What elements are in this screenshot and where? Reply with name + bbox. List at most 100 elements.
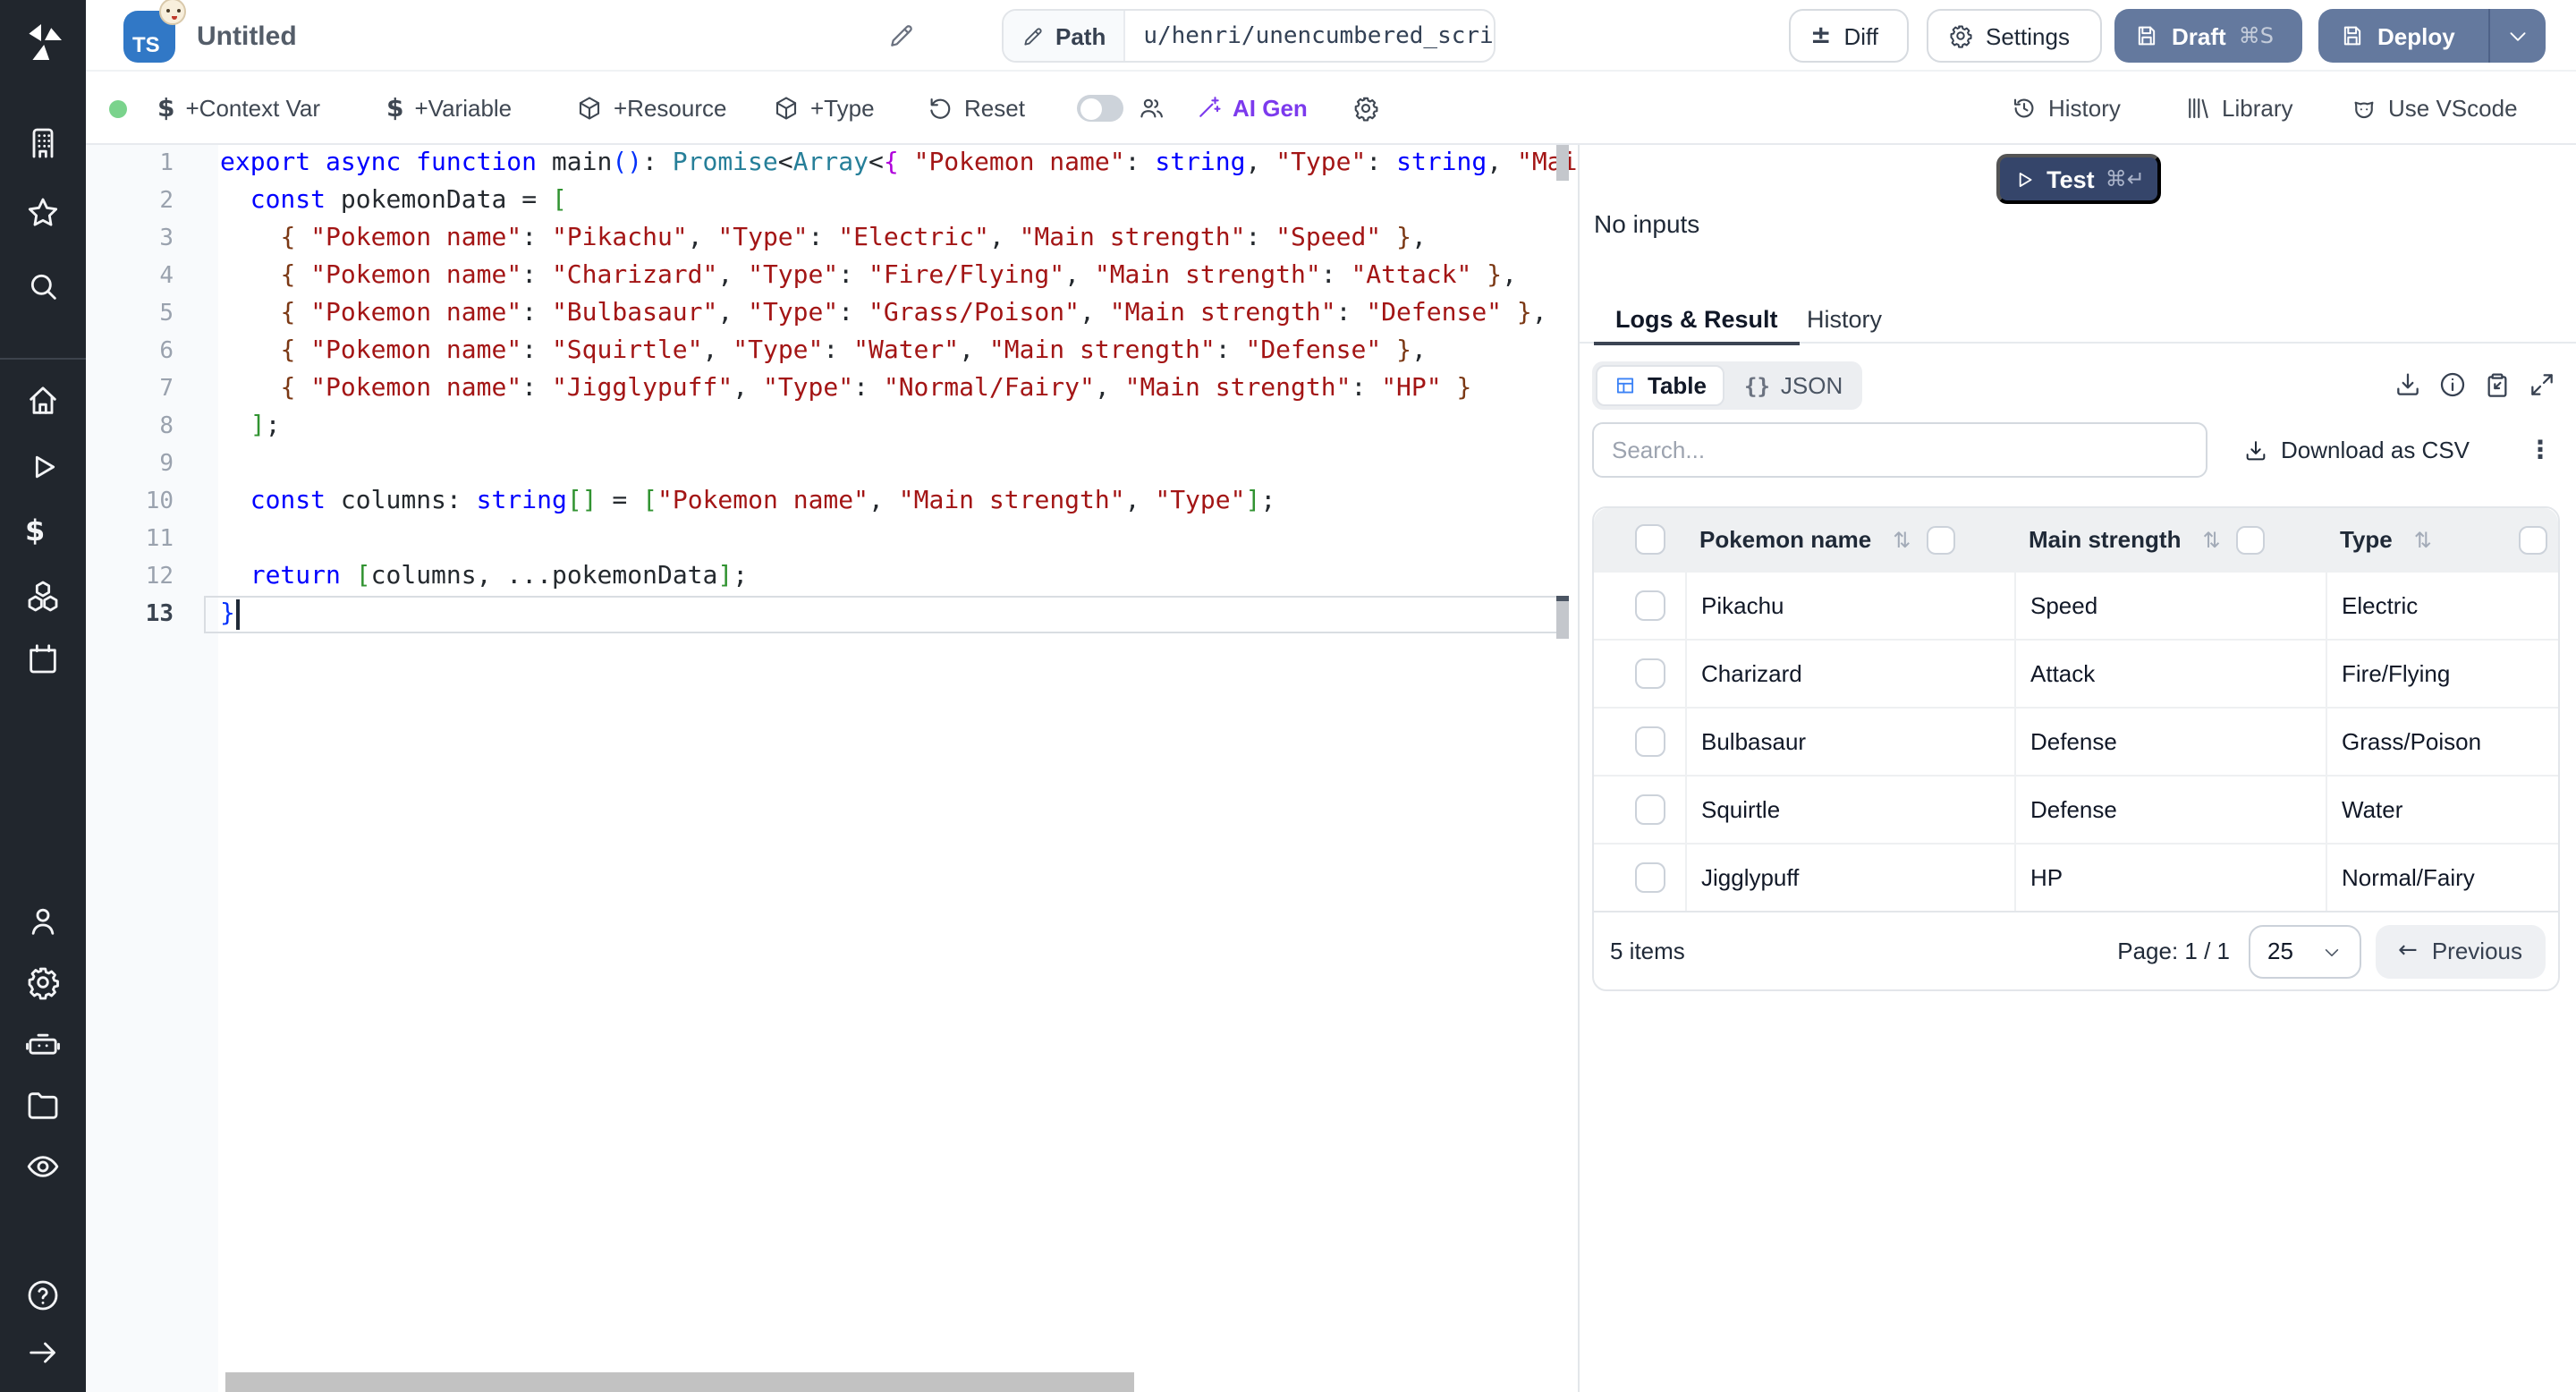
column-header-type: Type ⇅ bbox=[2326, 508, 2558, 571]
vertical-scrollbar[interactable] bbox=[1556, 145, 1569, 181]
row-checkbox[interactable] bbox=[1635, 726, 1665, 757]
library-button[interactable]: Library bbox=[2184, 72, 2293, 145]
users-icon bbox=[1138, 72, 1165, 145]
table-cell: Electric bbox=[2326, 573, 2558, 639]
code-line-10: const columns: string[] = ["Pokemon name… bbox=[250, 487, 1276, 515]
row-checkbox[interactable] bbox=[1635, 794, 1665, 825]
tab-logs-result[interactable]: Logs & Result bbox=[1594, 295, 1800, 345]
sidebar-item-robot-icon[interactable] bbox=[25, 1027, 61, 1063]
view-table-button[interactable]: Table bbox=[1596, 365, 1724, 406]
table-menu-button[interactable]: ⋮ bbox=[2528, 422, 2553, 478]
table-cell: Attack bbox=[2014, 641, 2326, 707]
download-icon bbox=[2243, 437, 2268, 463]
tab-history[interactable]: History bbox=[1785, 295, 1903, 344]
table-search-input[interactable] bbox=[1592, 422, 2207, 478]
status-dot bbox=[109, 100, 127, 118]
deploy-button[interactable]: Deploy bbox=[2318, 9, 2546, 63]
sidebar-item-folder-icon[interactable] bbox=[25, 1088, 61, 1124]
table-row: Charizard Attack Fire/Flying bbox=[1594, 639, 2558, 707]
emoji-avatar bbox=[159, 0, 186, 25]
sidebar-item-help-icon[interactable] bbox=[25, 1277, 61, 1313]
column-toggle[interactable] bbox=[2519, 525, 2547, 554]
history-icon bbox=[2011, 95, 2038, 122]
column-toggle[interactable] bbox=[1927, 525, 1956, 554]
history-button[interactable]: History bbox=[2011, 72, 2121, 145]
add-resource-button[interactable]: +Resource bbox=[576, 72, 726, 145]
code-line-2: const pokemonData = [ bbox=[250, 186, 567, 215]
view-json-button[interactable]: {} JSON bbox=[1728, 365, 1859, 406]
table-cell: Defense bbox=[2014, 777, 2326, 843]
overview-ruler-thumb bbox=[1556, 601, 1569, 639]
select-all-checkbox[interactable] bbox=[1635, 524, 1665, 555]
sort-icon[interactable]: ⇅ bbox=[1893, 527, 1911, 552]
line-number: 8 bbox=[159, 413, 174, 440]
text-cursor bbox=[236, 599, 239, 630]
previous-page-button[interactable]: ← Previous bbox=[2375, 924, 2546, 978]
sidebar-item-building-icon[interactable] bbox=[25, 125, 61, 161]
sidebar-item-star-icon[interactable] bbox=[25, 195, 61, 231]
reset-button[interactable]: Reset bbox=[927, 72, 1025, 145]
add-type-button[interactable]: +Type bbox=[773, 72, 875, 145]
editor-toolbar: $ +Context Var $ +Variable +Resource +Type… bbox=[86, 72, 2576, 145]
line-number: 1 bbox=[159, 150, 174, 177]
path-label: Path bbox=[1055, 22, 1106, 49]
sidebar-item-arrow-right-icon[interactable] bbox=[25, 1335, 61, 1371]
download-csv-button[interactable]: Download as CSV bbox=[2243, 422, 2470, 478]
line-number: 3 bbox=[159, 225, 174, 252]
download-result-icon[interactable] bbox=[2394, 370, 2422, 399]
code-editor[interactable]: 1 export async function main(): Promise<A… bbox=[86, 145, 1578, 1392]
settings-button[interactable]: Settings bbox=[1927, 9, 2102, 63]
sort-icon[interactable]: ⇅ bbox=[2202, 527, 2220, 552]
table-cell: Normal/Fairy bbox=[2326, 845, 2558, 911]
sort-icon[interactable]: ⇅ bbox=[2414, 527, 2432, 552]
column-header-main-strength: Main strength ⇅ bbox=[2014, 508, 2326, 571]
draft-button[interactable]: Draft ⌘S bbox=[2114, 9, 2302, 63]
line-number: 9 bbox=[159, 451, 174, 478]
windmill-logo-icon[interactable] bbox=[21, 21, 64, 64]
use-vscode-button[interactable]: Use VScode bbox=[2351, 72, 2518, 145]
sidebar-item-eye-icon[interactable] bbox=[25, 1149, 61, 1184]
table-row: Jigglypuff HP Normal/Fairy bbox=[1594, 843, 2558, 911]
expand-icon[interactable] bbox=[2528, 370, 2556, 399]
library-icon bbox=[2184, 95, 2211, 122]
ai-gen-button[interactable]: AI Gen bbox=[1195, 72, 1308, 145]
page-size-select[interactable]: 25 bbox=[2248, 924, 2361, 978]
sidebar-item-person-icon[interactable] bbox=[25, 904, 61, 939]
result-table: Pokemon name ⇅ Main strength ⇅ Type ⇅ Pikachu… bbox=[1592, 506, 2560, 991]
sidebar-item-cubes-icon[interactable] bbox=[25, 578, 61, 614]
horizontal-scrollbar[interactable] bbox=[225, 1372, 1134, 1392]
table-cell: Jigglypuff bbox=[1685, 845, 2014, 911]
sidebar-item-play-icon[interactable] bbox=[25, 449, 61, 485]
row-checkbox[interactable] bbox=[1635, 862, 1665, 893]
sidebar-item-calendar-icon[interactable] bbox=[25, 641, 61, 676]
copy-clipboard-icon[interactable] bbox=[2483, 370, 2512, 399]
table-cell: Fire/Flying bbox=[2326, 641, 2558, 707]
table-cell: Grass/Poison bbox=[2326, 709, 2558, 775]
add-variable-button[interactable]: $ +Variable bbox=[386, 72, 512, 145]
sidebar-item-search-icon[interactable] bbox=[25, 268, 61, 304]
plus-minus-icon: ± bbox=[1810, 21, 1832, 50]
topbar: TS Untitled Path u/henri/unencumbered_sc… bbox=[86, 0, 2576, 72]
sidebar-item-home-icon[interactable] bbox=[25, 383, 61, 419]
multiplayer-toggle[interactable] bbox=[1077, 72, 1123, 145]
column-toggle[interactable] bbox=[2236, 525, 2266, 554]
info-icon[interactable] bbox=[2438, 370, 2467, 399]
no-inputs-label: No inputs bbox=[1594, 209, 1700, 238]
sidebar: $ bbox=[0, 0, 86, 1392]
package-icon bbox=[773, 95, 800, 122]
save-icon bbox=[2134, 23, 2159, 48]
row-checkbox[interactable] bbox=[1635, 658, 1665, 689]
path-field[interactable]: Path u/henri/unencumbered_script bbox=[1002, 9, 1496, 63]
table-cell: Defense bbox=[2014, 709, 2326, 775]
sidebar-item-dollar-icon[interactable]: $ bbox=[25, 514, 61, 549]
deploy-dropdown-button[interactable] bbox=[2488, 9, 2546, 63]
editor-settings-button[interactable] bbox=[1352, 72, 1381, 145]
test-button[interactable]: Test ⌘↵ bbox=[1996, 154, 2161, 204]
sidebar-item-gear-icon[interactable] bbox=[25, 964, 61, 1000]
row-checkbox[interactable] bbox=[1635, 590, 1665, 621]
edit-summary-icon[interactable] bbox=[887, 21, 916, 50]
table-row: Squirtle Defense Water bbox=[1594, 775, 2558, 843]
dollar-icon: $ bbox=[386, 94, 404, 123]
add-context-var-button[interactable]: $ +Context Var bbox=[157, 72, 320, 145]
diff-button[interactable]: ± Diff bbox=[1789, 9, 1909, 63]
